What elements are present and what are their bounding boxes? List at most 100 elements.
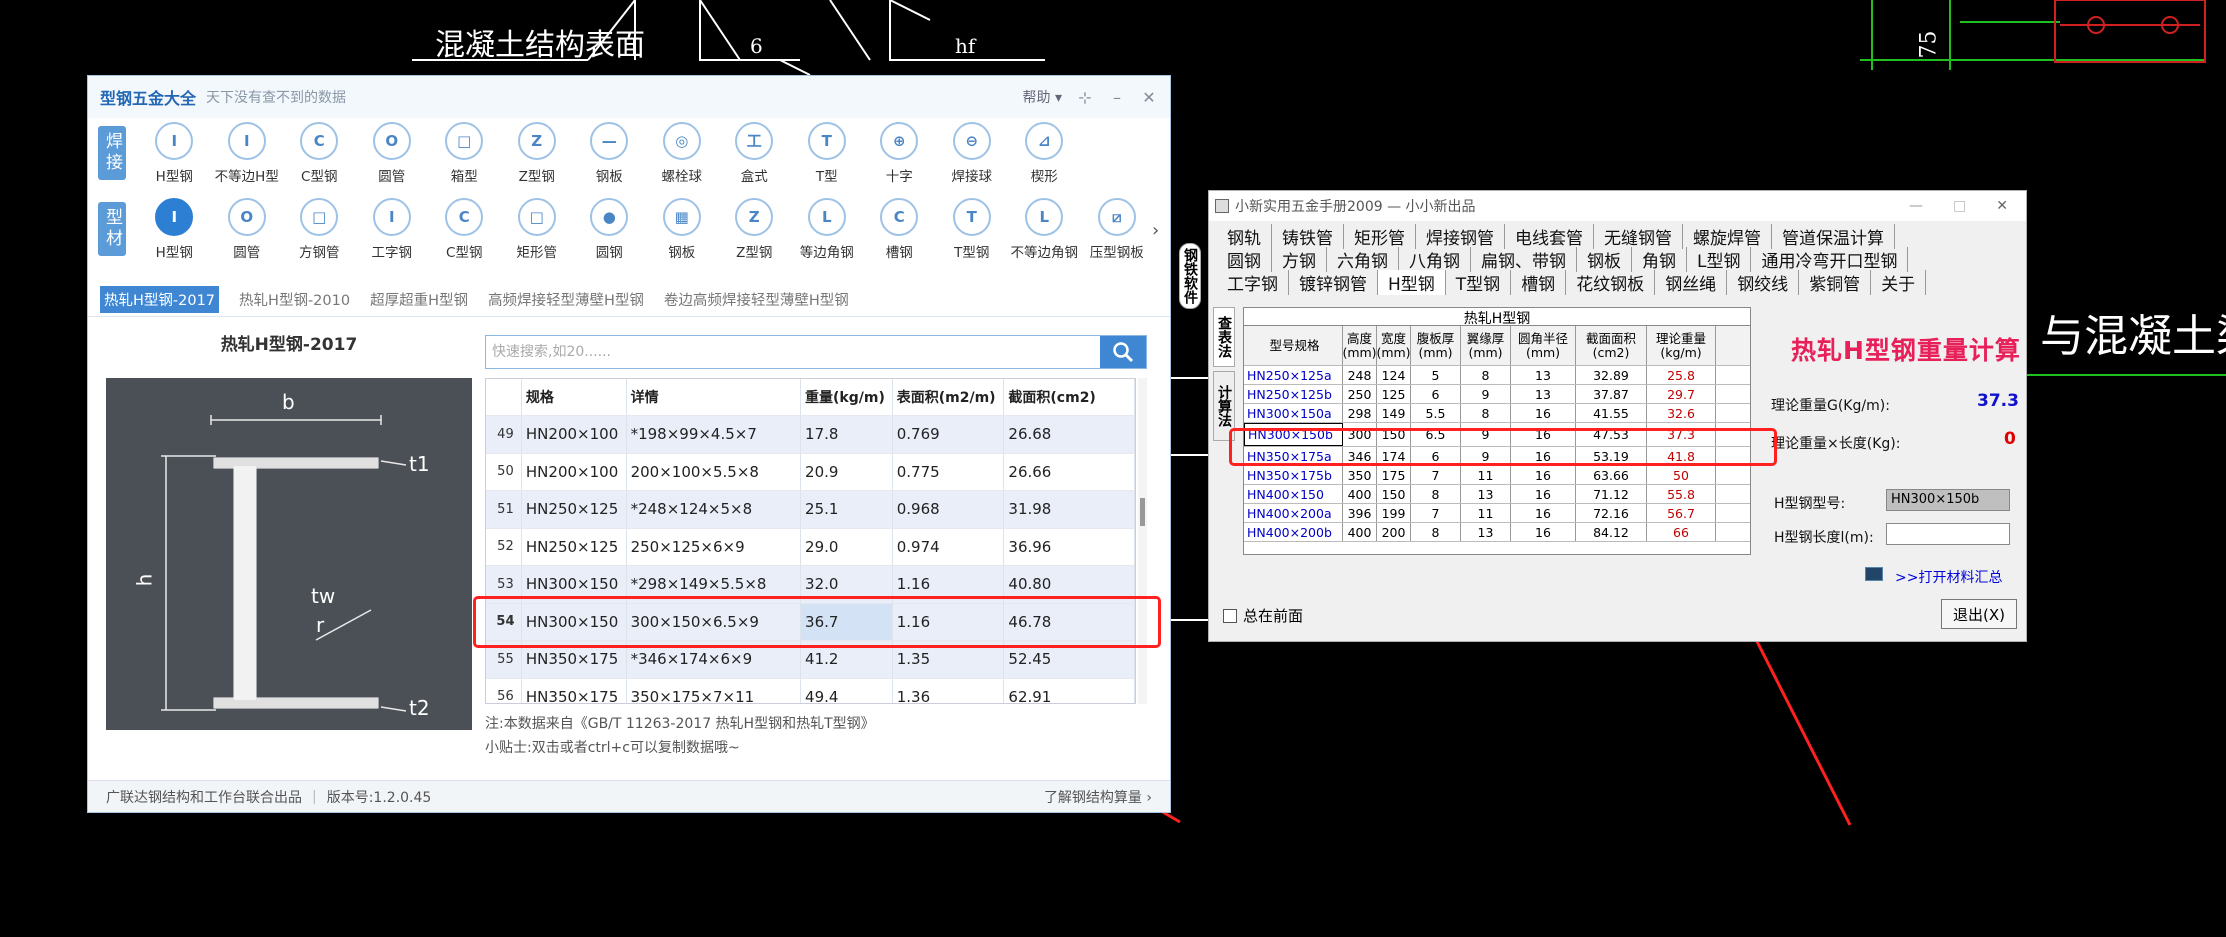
menu-item[interactable]: 扁钢、带钢 <box>1471 247 1577 272</box>
table-cell[interactable]: 199 <box>1377 504 1411 522</box>
table-row[interactable]: HN400×200b 400 200 8 13 16 84.12 66 <box>1244 523 1750 542</box>
table-cell[interactable]: HN400×200b <box>1244 523 1343 541</box>
table-row[interactable]: 56 HN350×175 350×175×7×11 49.4 1.36 62.91 <box>486 678 1135 703</box>
search-input[interactable]: 快速搜索,如20...... <box>486 336 1100 368</box>
menu-item[interactable]: 镀锌钢管 <box>1289 270 1378 295</box>
table-cell[interactable]: 13 <box>1461 523 1511 541</box>
table-cell[interactable]: 200 <box>1377 523 1411 541</box>
table-row[interactable]: HN250×125b 250 125 6 9 13 37.87 29.7 <box>1244 385 1750 404</box>
table-cell[interactable]: HN200×100 <box>522 416 627 453</box>
menu-item[interactable]: 钢轨 <box>1217 224 1272 249</box>
column-header[interactable] <box>486 379 522 415</box>
table-row[interactable]: HN400×150 400 150 8 13 16 71.12 55.8 <box>1244 485 1750 504</box>
learn-more-link[interactable]: 了解钢结构算量 › <box>1044 787 1152 807</box>
welded-item-12[interactable]: ⊿ 楔形 <box>1008 121 1081 185</box>
menu-item[interactable]: 钢板 <box>1577 247 1632 272</box>
table-cell[interactable]: 37.87 <box>1576 385 1647 403</box>
welded-item-2[interactable]: C C型钢 <box>283 121 356 185</box>
welded-item-1[interactable]: I 不等边H型 <box>211 121 284 185</box>
table-cell[interactable]: *248×124×5×8 <box>627 491 802 528</box>
table-cell[interactable]: 49 <box>486 416 522 453</box>
menu-item[interactable]: 花纹钢板 <box>1566 270 1656 295</box>
table-cell[interactable]: 8 <box>1411 485 1461 503</box>
close-icon-2[interactable]: ✕ <box>1996 198 2008 214</box>
table-cell[interactable]: 7 <box>1411 504 1461 522</box>
menu-item[interactable]: 无缝钢管 <box>1594 224 1683 249</box>
table-scrollbar[interactable] <box>1138 378 1147 704</box>
section-item-12[interactable]: L 不等边角钢 <box>1008 197 1081 261</box>
table-cell[interactable]: 8 <box>1411 523 1461 541</box>
table-cell[interactable]: HN300×150a <box>1244 404 1343 422</box>
table-cell[interactable]: 56.7 <box>1647 504 1716 522</box>
table-cell[interactable]: 7 <box>1411 466 1461 484</box>
search-box[interactable]: 快速搜索,如20...... <box>485 335 1147 369</box>
subtab-2[interactable]: 超厚超重H型钢 <box>370 289 468 310</box>
menu-item[interactable]: 工字钢 <box>1217 270 1289 295</box>
section-item-9[interactable]: L 等边角钢 <box>791 197 864 261</box>
welded-item-0[interactable]: I H型钢 <box>138 121 211 185</box>
table-cell[interactable]: 16 <box>1511 504 1576 522</box>
table-cell[interactable]: 298 <box>1343 404 1377 422</box>
table-cell[interactable]: 56 <box>486 678 522 703</box>
table-cell[interactable]: 5 <box>1411 366 1461 384</box>
table-cell[interactable]: 50 <box>1647 466 1716 484</box>
table-cell[interactable]: 250×125×6×9 <box>627 528 802 565</box>
table-cell[interactable]: 8 <box>1461 404 1511 422</box>
table-cell[interactable]: 175 <box>1377 466 1411 484</box>
table-cell[interactable]: 50 <box>486 453 522 490</box>
table-row[interactable]: HN250×125a 248 124 5 8 13 32.89 25.8 <box>1244 366 1750 385</box>
table-row[interactable]: HN350×175b 350 175 7 11 16 63.66 50 <box>1244 466 1750 485</box>
section-item-0[interactable]: I H型钢 <box>138 197 211 261</box>
table-cell[interactable]: 36.96 <box>1004 528 1135 565</box>
table-cell[interactable]: 400 <box>1343 523 1377 541</box>
table-cell[interactable]: *198×99×4.5×7 <box>627 416 802 453</box>
close-icon[interactable]: ✕ <box>1140 88 1158 107</box>
model-field[interactable]: HN300×150b <box>1886 489 2010 511</box>
table-cell[interactable]: 29.0 <box>801 528 893 565</box>
menu-item[interactable]: 八角钢 <box>1399 247 1471 272</box>
search-button[interactable] <box>1100 336 1146 368</box>
table-cell[interactable]: 11 <box>1461 466 1511 484</box>
table-row[interactable]: 50 HN200×100 200×100×5.5×8 20.9 0.775 26.66 <box>486 453 1135 491</box>
menu-item[interactable]: 管道保温计算 <box>1772 224 1895 249</box>
menu-item[interactable]: 焊接钢管 <box>1416 224 1505 249</box>
table-row[interactable]: HN300×150a 298 149 5.5 8 16 41.55 32.6 <box>1244 404 1750 423</box>
menu-item[interactable]: 通用冷弯开口型钢 <box>1751 247 1909 272</box>
menu-item[interactable]: 矩形管 <box>1344 224 1416 249</box>
table-cell[interactable]: HN350×175b <box>1244 466 1343 484</box>
table-cell[interactable]: 32.89 <box>1576 366 1647 384</box>
welded-item-4[interactable]: □ 箱型 <box>428 121 501 185</box>
table-cell[interactable]: 1.36 <box>893 678 1005 703</box>
subtab-3[interactable]: 高频焊接轻型薄壁H型钢 <box>488 289 644 310</box>
table-cell[interactable]: 49.4 <box>801 678 893 703</box>
table-cell[interactable]: 17.8 <box>801 416 893 453</box>
table-cell[interactable]: 62.91 <box>1004 678 1135 703</box>
length-field[interactable] <box>1886 523 2010 545</box>
column-header[interactable]: 表面积(m2/m) <box>893 379 1005 415</box>
section-item-3[interactable]: I 工字钢 <box>356 197 429 261</box>
table-cell[interactable]: 63.66 <box>1576 466 1647 484</box>
section-item-11[interactable]: T T型钢 <box>936 197 1009 261</box>
table-cell[interactable]: 29.7 <box>1647 385 1716 403</box>
table-cell[interactable]: HN350×175 <box>522 678 627 703</box>
table-cell[interactable]: 16 <box>1511 523 1576 541</box>
table-cell[interactable]: 250 <box>1343 385 1377 403</box>
table-cell[interactable]: 350×175×7×11 <box>627 678 802 703</box>
table-cell[interactable]: HN250×125a <box>1244 366 1343 384</box>
table-cell[interactable]: 71.12 <box>1576 485 1647 503</box>
menu-item[interactable]: 紫铜管 <box>1799 270 1872 295</box>
table-cell[interactable]: 26.68 <box>1004 416 1135 453</box>
help-menu[interactable]: 帮助 ▾ <box>1023 87 1062 107</box>
table-cell[interactable]: 13 <box>1511 366 1576 384</box>
section-item-13[interactable]: ⧄ 压型钢板 <box>1081 197 1154 261</box>
subtab-4[interactable]: 卷边高频焊接轻型薄壁H型钢 <box>664 289 849 310</box>
table-row[interactable]: 51 HN250×125 *248×124×5×8 25.1 0.968 31.98 <box>486 491 1135 529</box>
menu-item[interactable]: 角钢 <box>1632 247 1687 272</box>
welded-item-5[interactable]: Z Z型钢 <box>501 121 574 185</box>
table-cell[interactable]: 84.12 <box>1576 523 1647 541</box>
minimize-icon-2[interactable]: — <box>1909 198 1923 214</box>
section-item-6[interactable]: ● 圆钢 <box>573 197 646 261</box>
column-header[interactable]: 重量(kg/m) <box>801 379 893 415</box>
table-cell[interactable]: 52 <box>486 528 522 565</box>
table-cell[interactable]: 66 <box>1647 523 1716 541</box>
